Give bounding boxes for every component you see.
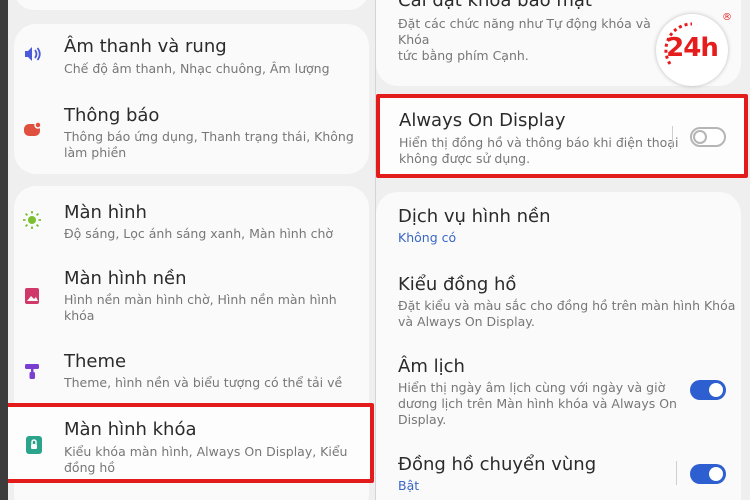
settings-item-title: Thông báo	[64, 105, 160, 126]
settings-item-subtitle: Đặt kiểu và màu sắc cho đồng hồ trên màn…	[398, 298, 736, 329]
brand-logo: 24h ®	[656, 12, 732, 86]
settings-card-top	[14, 0, 369, 10]
lock-screen-icon	[26, 436, 42, 454]
divider	[672, 126, 673, 148]
settings-item-title: Âm lịch	[398, 356, 465, 377]
settings-list-pane: Âm thanh và rung Chế độ âm thanh, Nhạc c…	[0, 0, 375, 500]
settings-item-title: Đồng hồ chuyển vùng	[398, 454, 597, 475]
settings-item-sound[interactable]: Âm thanh và rung Chế độ âm thanh, Nhạc c…	[14, 24, 369, 84]
settings-item-title: Màn hình nền	[64, 268, 187, 289]
settings-item-title: Màn hình khóa	[64, 419, 197, 440]
settings-item-always-on-display[interactable]: Always On Display Hiển thị đồng hồ và th…	[376, 94, 748, 178]
settings-item-title: Âm thanh và rung	[64, 36, 227, 57]
theme-icon	[25, 364, 39, 379]
settings-item-theme[interactable]: Theme Theme, hình nền và biểu tượng có t…	[14, 341, 369, 401]
settings-item-title: Dịch vụ hình nền	[398, 206, 551, 227]
speaker-icon	[25, 47, 41, 61]
settings-item-subtitle: Theme, hình nền và biểu tượng có thể tải…	[64, 375, 343, 390]
settings-item-subtitle: Chế độ âm thanh, Nhạc chuông, Âm lượng	[64, 61, 330, 76]
divider	[676, 461, 677, 485]
screen-edge	[0, 0, 8, 500]
settings-item-value: Không có	[398, 230, 457, 245]
settings-item-display[interactable]: Màn hình Độ sáng, Lọc ánh sáng xanh, Màn…	[14, 186, 369, 248]
settings-item-subtitle: Hiển thị ngày âm lịch cùng với ngày và g…	[398, 380, 677, 427]
settings-item-title: Màn hình	[64, 202, 147, 223]
settings-item-wallpaper[interactable]: Màn hình nền Hình nền màn hình chờ, Hình…	[14, 258, 369, 333]
roaming-clock-toggle[interactable]	[690, 464, 726, 484]
settings-item-subtitle: Đặt các chức năng như Tự động khóa và Kh…	[398, 16, 651, 63]
brightness-icon	[23, 211, 41, 229]
wallpaper-icon	[25, 288, 39, 304]
logo-registered-mark: ®	[722, 12, 732, 23]
settings-item-lunar-calendar[interactable]: Âm lịch Hiển thị ngày âm lịch cùng với n…	[376, 344, 741, 442]
settings-item-title: Theme	[64, 351, 127, 372]
settings-item-title: Always On Display	[399, 110, 566, 131]
settings-item-subtitle: Hiển thị đồng hồ và thông báo khi điện t…	[399, 135, 679, 166]
settings-item-value: Bật	[398, 478, 420, 493]
settings-item-subtitle: Thông báo ứng dụng, Thanh trạng thái, Kh…	[64, 129, 354, 160]
settings-item-clock-style[interactable]: Kiểu đồng hồ Đặt kiểu và màu sắc cho đồn…	[376, 262, 741, 342]
settings-item-roaming-clock[interactable]: Đồng hồ chuyển vùng Bật	[376, 444, 741, 500]
settings-item-subtitle: Kiểu khóa màn hình, Always On Display, K…	[64, 444, 348, 475]
notification-icon	[24, 121, 42, 136]
settings-item-notifications[interactable]: Thông báo Thông báo ứng dụng, Thanh trạn…	[14, 94, 369, 169]
lunar-calendar-toggle[interactable]	[690, 380, 726, 400]
settings-item-title: Kiểu đồng hồ	[398, 274, 517, 295]
settings-card-sound-notify: Âm thanh và rung Chế độ âm thanh, Nhạc c…	[14, 24, 369, 174]
settings-item-subtitle: Độ sáng, Lọc ánh sáng xanh, Màn hình chờ	[64, 226, 334, 241]
logo-text: 24h	[666, 33, 719, 63]
settings-item-lock-screen[interactable]: Màn hình khóa Kiểu khóa màn hình, Always…	[2, 403, 374, 483]
settings-card-lock-options: Dịch vụ hình nền Không có Kiểu đồng hồ Đ…	[376, 192, 741, 500]
settings-item-title: Cài đặt khóa bảo mật	[398, 0, 592, 11]
settings-item-wallpaper-service[interactable]: Dịch vụ hình nền Không có	[376, 192, 741, 258]
always-on-display-toggle[interactable]	[690, 127, 726, 147]
settings-item-subtitle: Hình nền màn hình chờ, Hình nền màn hình…	[64, 292, 337, 323]
